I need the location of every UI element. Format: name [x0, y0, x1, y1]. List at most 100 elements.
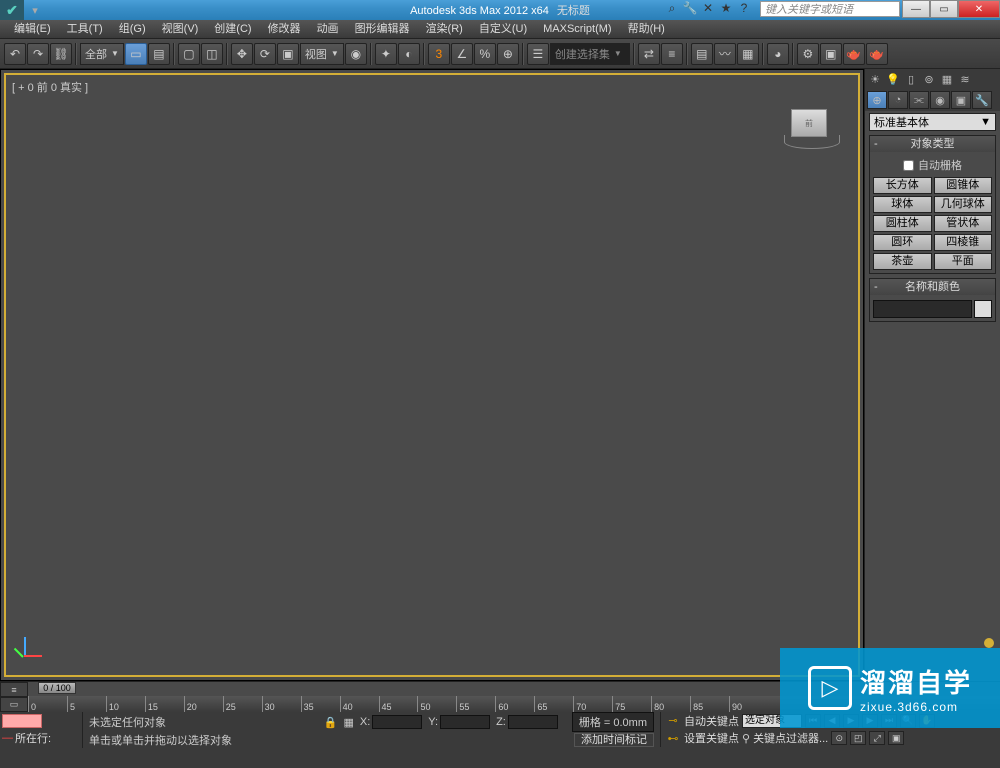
- curve-editor-icon[interactable]: 〰: [714, 43, 736, 65]
- timeline-config-icon[interactable]: ≡: [0, 682, 28, 697]
- menu-customize[interactable]: 自定义(U): [471, 20, 535, 39]
- undo-icon[interactable]: ↶: [4, 43, 26, 65]
- nav-orbit-icon[interactable]: ⊙: [831, 731, 847, 745]
- percent-snap-icon[interactable]: %: [474, 43, 496, 65]
- lock-icon[interactable]: 🔒: [324, 716, 338, 729]
- motion-tab-icon[interactable]: ◉: [930, 91, 950, 109]
- viewport-label[interactable]: [ + 0 前 0 真实 ]: [12, 79, 88, 95]
- utilities-tab-icon[interactable]: 🔧: [972, 91, 992, 109]
- timeline-toggle-icon[interactable]: ▭: [0, 697, 28, 712]
- cp-ren-icon[interactable]: ⊚: [921, 71, 937, 87]
- schematic-icon[interactable]: ▦: [737, 43, 759, 65]
- nav-dolly-icon[interactable]: ⤢: [869, 731, 885, 745]
- menu-animation[interactable]: 动画: [309, 20, 347, 39]
- layers-icon[interactable]: ▤: [691, 43, 713, 65]
- menu-create[interactable]: 创建(C): [206, 20, 259, 39]
- select-object-icon[interactable]: ▭: [125, 43, 147, 65]
- obj-box[interactable]: 长方体: [873, 177, 932, 194]
- nav-fov-icon[interactable]: ◰: [850, 731, 866, 745]
- menu-group[interactable]: 组(G): [111, 20, 154, 39]
- cp-wave-icon[interactable]: ≋: [957, 71, 973, 87]
- window-crossing-icon[interactable]: ◫: [201, 43, 223, 65]
- close-button[interactable]: ✕: [958, 0, 1000, 18]
- cp-sun-icon[interactable]: ☀: [867, 71, 883, 87]
- obj-sphere[interactable]: 球体: [873, 196, 932, 213]
- cp-grid-icon[interactable]: ▦: [939, 71, 955, 87]
- link-icon[interactable]: ⛓: [50, 43, 72, 65]
- obj-torus[interactable]: 圆环: [873, 234, 932, 251]
- menu-maxscript[interactable]: MAXScript(M): [535, 20, 619, 39]
- app-menu-arrow-icon[interactable]: ▾: [28, 4, 42, 17]
- rendered-frame-icon[interactable]: ▣: [820, 43, 842, 65]
- obj-plane[interactable]: 平面: [934, 253, 993, 270]
- display-tab-icon[interactable]: ▣: [951, 91, 971, 109]
- app-logo-icon[interactable]: ✔: [0, 0, 24, 20]
- setkey-button[interactable]: 设置关键点: [684, 730, 739, 746]
- refcoord-dropdown[interactable]: 视图▼: [300, 43, 344, 65]
- obj-geosphere[interactable]: 几何球体: [934, 196, 993, 213]
- cp-bulb-icon[interactable]: 💡: [885, 71, 901, 87]
- object-color-swatch[interactable]: [974, 300, 992, 318]
- named-selection-dropdown[interactable]: 创建选择集▼: [550, 43, 630, 65]
- autogrid-checkbox[interactable]: [903, 160, 914, 171]
- object-name-input[interactable]: [873, 300, 972, 318]
- snap-toggle-icon[interactable]: 3: [428, 43, 450, 65]
- viewport[interactable]: [ + 0 前 0 真实 ] 前: [0, 69, 864, 681]
- x-input[interactable]: [372, 715, 422, 729]
- spinner-snap-icon[interactable]: ⊕: [497, 43, 519, 65]
- autokey-button[interactable]: 自动关键点: [684, 713, 739, 729]
- time-scrub-handle[interactable]: 0 / 100: [38, 682, 76, 694]
- hierarchy-tab-icon[interactable]: ⫘: [909, 91, 929, 109]
- move-icon[interactable]: ✥: [231, 43, 253, 65]
- add-time-tag-button[interactable]: 添加时间标记: [574, 733, 654, 747]
- setkey-icon[interactable]: ⊷: [665, 731, 681, 745]
- obj-teapot[interactable]: 茶壶: [873, 253, 932, 270]
- script-mini-listener[interactable]: [2, 714, 42, 728]
- search-icon[interactable]: ⌕: [664, 0, 680, 16]
- menu-help[interactable]: 帮助(H): [620, 20, 673, 39]
- obj-cone[interactable]: 圆锥体: [934, 177, 993, 194]
- keyfilters-button[interactable]: 关键点过滤器...: [753, 730, 828, 746]
- minimize-button[interactable]: —: [902, 0, 930, 18]
- keymode-icon[interactable]: ◐: [398, 43, 420, 65]
- rollout-header[interactable]: 名称和颜色: [870, 279, 995, 295]
- menu-edit[interactable]: 编辑(E): [6, 20, 59, 39]
- menu-grapheditors[interactable]: 图形编辑器: [347, 20, 418, 39]
- obj-pyramid[interactable]: 四棱锥: [934, 234, 993, 251]
- exchange-icon[interactable]: ✕: [700, 0, 716, 16]
- manipulate-icon[interactable]: ✦: [375, 43, 397, 65]
- favorites-icon[interactable]: ★: [718, 0, 734, 16]
- render-prod-icon[interactable]: 🫖: [866, 43, 888, 65]
- isolate-icon[interactable]: ▦: [343, 716, 353, 729]
- render-icon[interactable]: 🫖: [843, 43, 865, 65]
- menu-rendering[interactable]: 渲染(R): [418, 20, 471, 39]
- viewcube[interactable]: 前: [784, 105, 834, 155]
- infocenter-search-input[interactable]: 键入关键字或短语: [760, 1, 900, 17]
- keyfilters-icon[interactable]: ⚲: [742, 732, 750, 745]
- rollout-header[interactable]: 对象类型: [870, 136, 995, 152]
- nav-max-icon[interactable]: ▣: [888, 731, 904, 745]
- key-icon[interactable]: ⊸: [665, 714, 681, 728]
- editnamed-icon[interactable]: ☰: [527, 43, 549, 65]
- category-dropdown[interactable]: 标准基本体▼: [869, 113, 996, 131]
- expand-handle-icon[interactable]: [984, 638, 994, 648]
- cp-cam-icon[interactable]: ▯: [903, 71, 919, 87]
- rotate-icon[interactable]: ⟳: [254, 43, 276, 65]
- modify-tab-icon[interactable]: ◔: [888, 91, 908, 109]
- subscription-icon[interactable]: 🔧: [682, 0, 698, 16]
- selection-filter-dropdown[interactable]: 全部▼: [80, 43, 124, 65]
- scale-icon[interactable]: ▣: [277, 43, 299, 65]
- z-input[interactable]: [508, 715, 558, 729]
- menu-tools[interactable]: 工具(T): [59, 20, 111, 39]
- maximize-button[interactable]: ▭: [930, 0, 958, 18]
- y-input[interactable]: [440, 715, 490, 729]
- menu-view[interactable]: 视图(V): [154, 20, 207, 39]
- mirror-icon[interactable]: ⇄: [638, 43, 660, 65]
- pivot-icon[interactable]: ◉: [345, 43, 367, 65]
- create-tab-icon[interactable]: ⊕: [867, 91, 887, 109]
- select-name-icon[interactable]: ▤: [148, 43, 170, 65]
- angle-snap-icon[interactable]: ∠: [451, 43, 473, 65]
- menu-modifiers[interactable]: 修改器: [260, 20, 309, 39]
- render-setup-icon[interactable]: ⚙: [797, 43, 819, 65]
- obj-cylinder[interactable]: 圆柱体: [873, 215, 932, 232]
